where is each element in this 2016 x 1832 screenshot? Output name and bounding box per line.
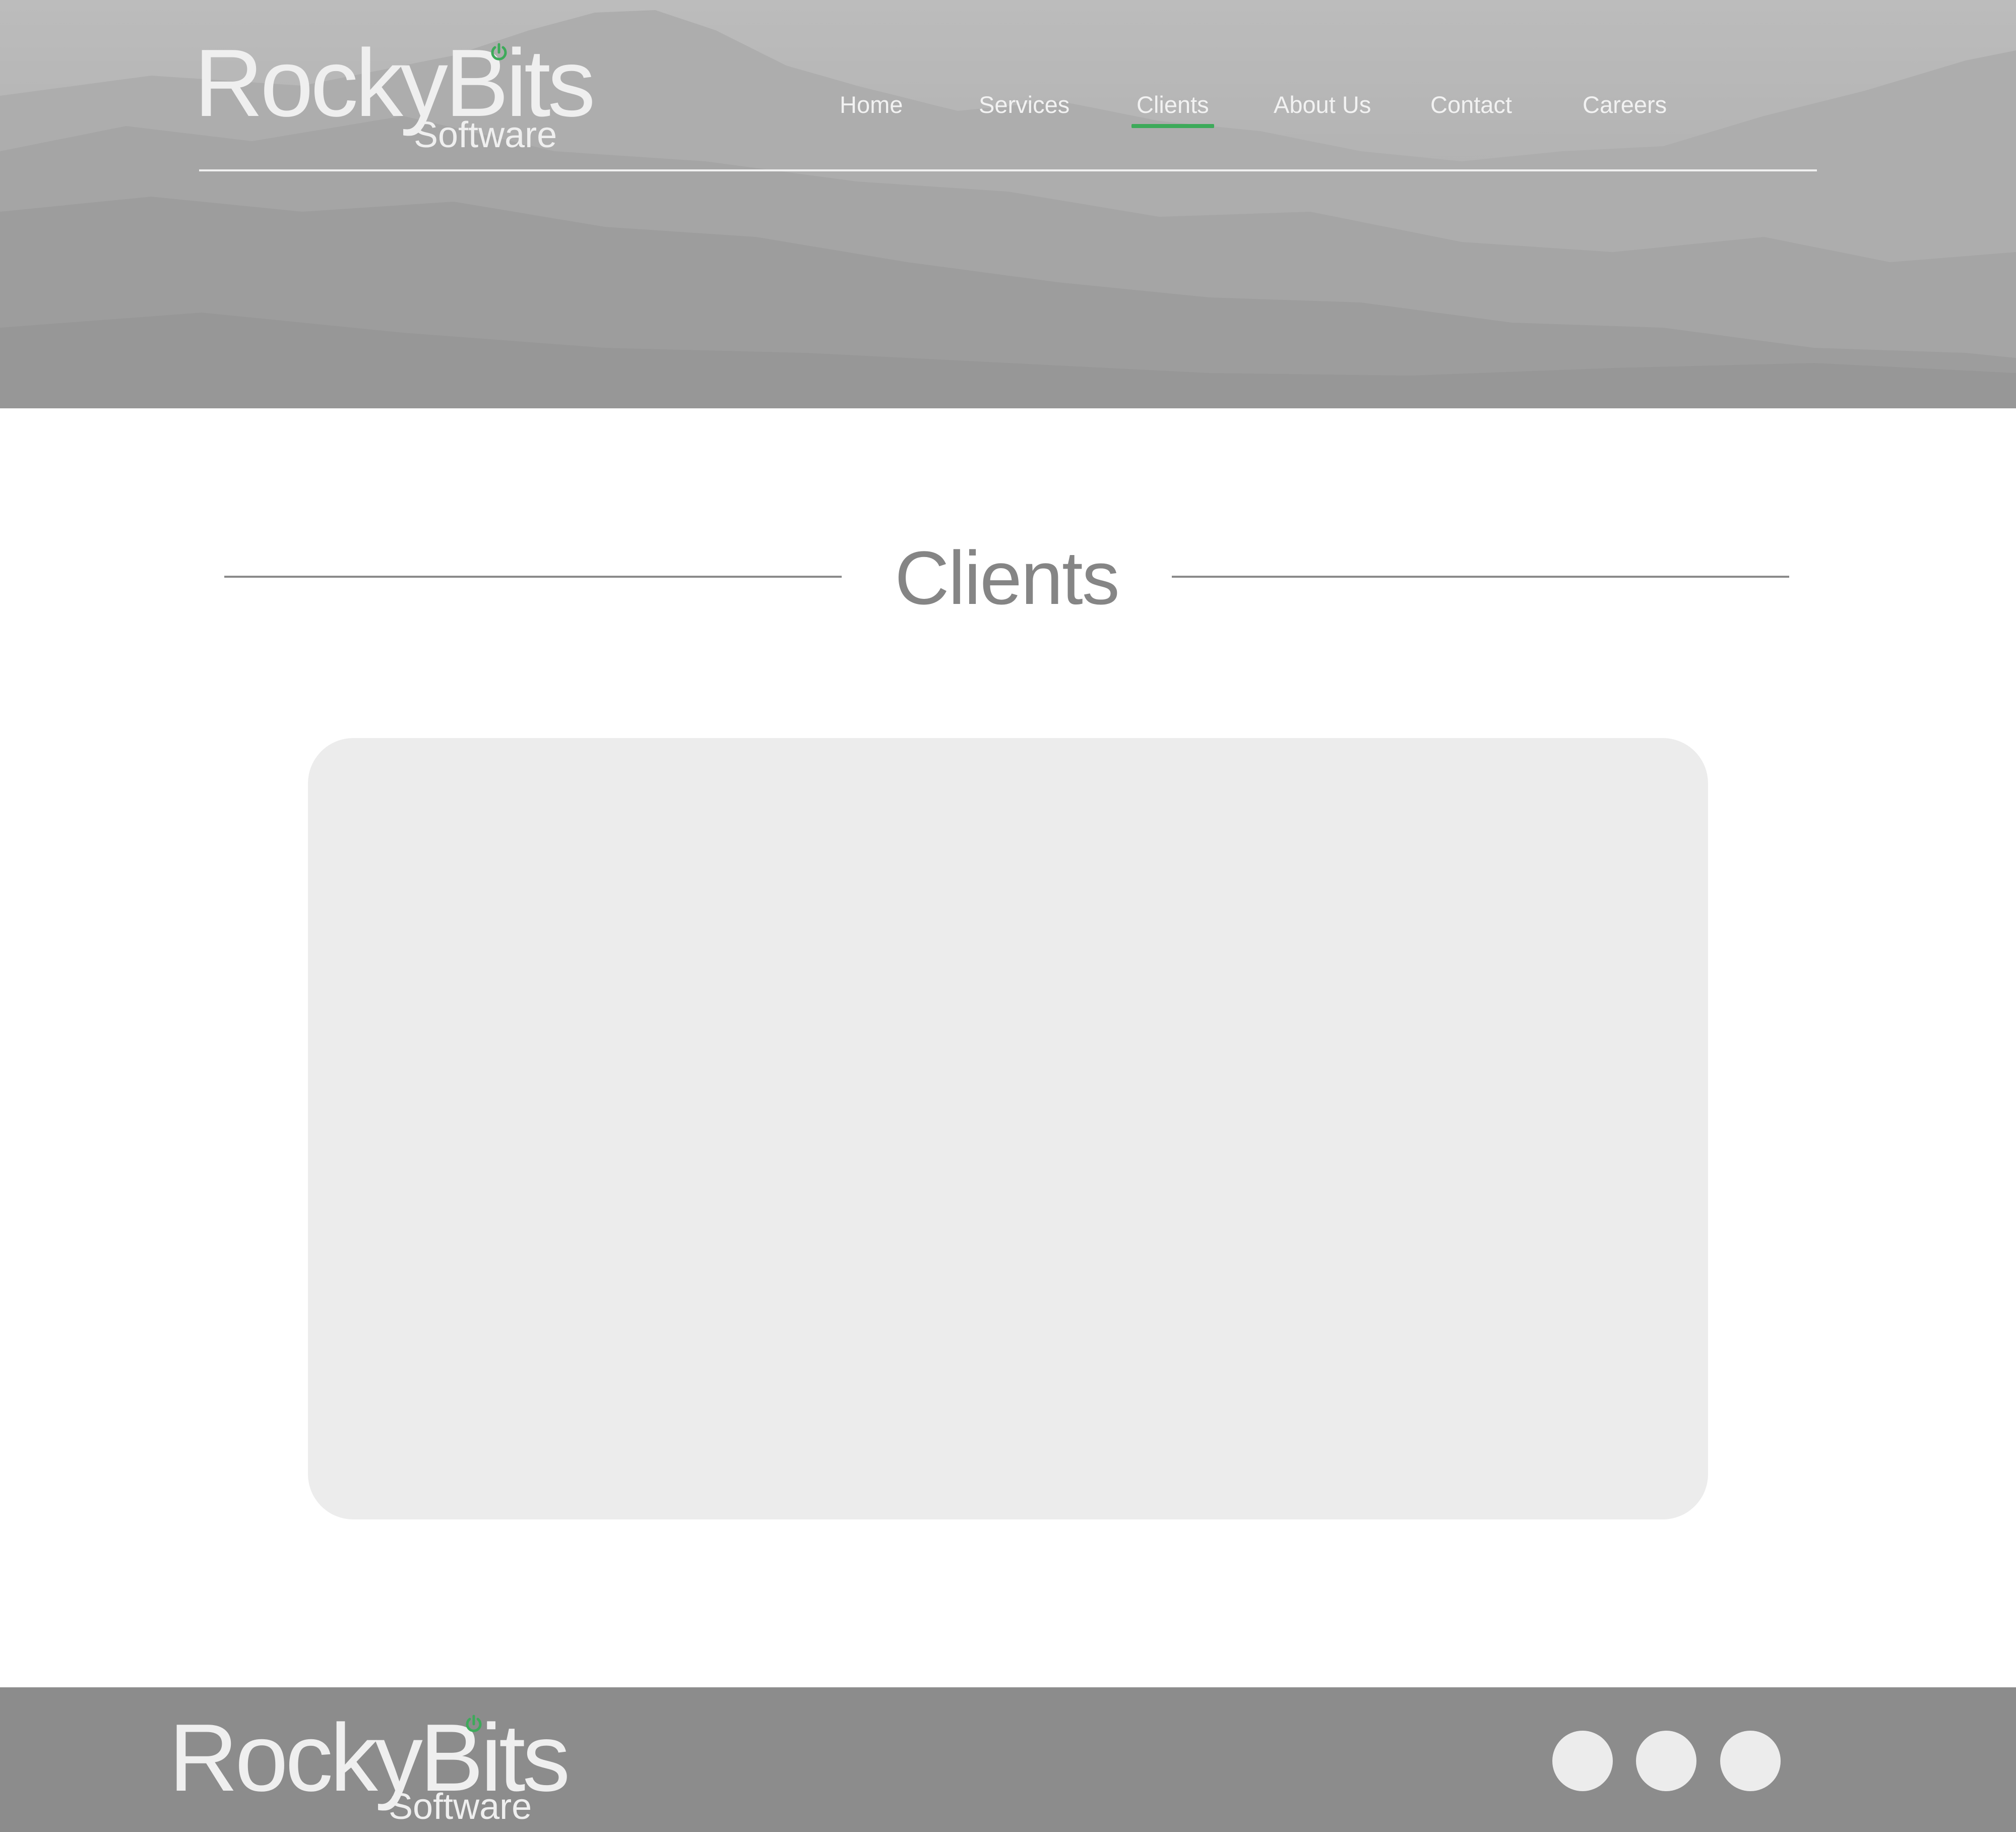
nav-services[interactable]: Services	[979, 91, 1069, 118]
nav-contact[interactable]: Contact	[1430, 91, 1512, 118]
heading-rule-left	[224, 576, 842, 578]
main-navigation: Home Services Clients About Us Contact C…	[0, 91, 2016, 131]
social-icon-2[interactable]	[1636, 1731, 1696, 1791]
heading-rule-right	[1172, 576, 1789, 578]
nav-clients[interactable]: Clients	[1131, 91, 1214, 128]
footer-logo-tagline: Software	[389, 1787, 532, 1827]
social-icon-1[interactable]	[1552, 1731, 1613, 1791]
hero-banner: RockyBits Software Home Services Clients…	[0, 0, 2016, 408]
section-heading: Clients	[0, 524, 2016, 625]
footer-logo[interactable]: RockyBits Software	[169, 1710, 571, 1831]
power-icon	[466, 1715, 482, 1732]
page-title: Clients	[895, 535, 1120, 620]
power-icon	[491, 43, 507, 60]
footer: RockyBits Software	[0, 1687, 2016, 1832]
nav-home[interactable]: Home	[840, 91, 903, 118]
social-icon-3[interactable]	[1720, 1731, 1781, 1791]
clients-content-placeholder	[308, 738, 1708, 1519]
header-divider	[199, 169, 1817, 171]
nav-about-us[interactable]: About Us	[1274, 91, 1371, 118]
nav-careers[interactable]: Careers	[1583, 91, 1667, 118]
